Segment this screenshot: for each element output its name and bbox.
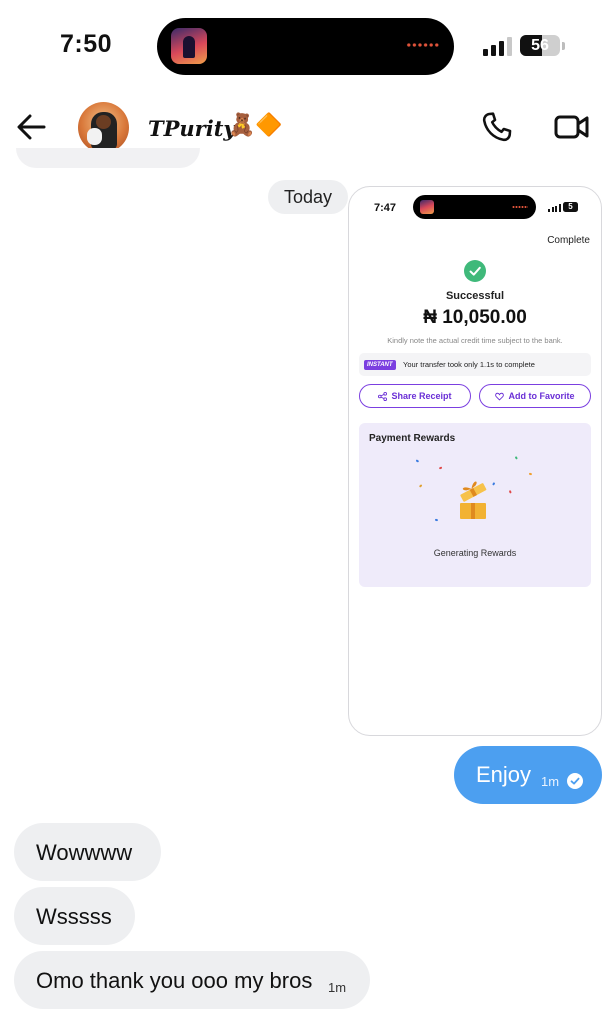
message-text: Enjoy	[476, 762, 532, 787]
contact-avatar[interactable]	[78, 102, 129, 153]
phone-icon	[482, 112, 512, 142]
cellular-signal-icon	[483, 36, 513, 56]
message-timestamp: 1m	[328, 980, 347, 995]
transfer-status: Successful	[445, 290, 505, 302]
instant-transfer-banner: INSTANT Your transfer took only 1.1s to …	[359, 353, 591, 376]
heart-icon	[495, 392, 505, 401]
share-receipt-button: Share Receipt	[359, 384, 471, 408]
message-text: Wsssss	[36, 904, 112, 929]
screenshot-status-time: 7:47	[374, 202, 397, 214]
incoming-message[interactable]: Omo thank you ooo my bros 1m	[14, 951, 370, 1009]
generating-rewards-text: Generating Rewards	[433, 548, 517, 558]
instant-transfer-text: Your transfer took only 1.1s to complete	[403, 360, 535, 369]
screenshot-image-message[interactable]: 7:47 5 Complete Successful ₦ 10,050.00 K…	[348, 186, 602, 736]
success-check-icon	[464, 260, 486, 282]
battery-tip	[562, 42, 565, 50]
now-playing-thumbnail	[171, 28, 207, 64]
screenshot-complete-link: Complete	[547, 235, 590, 246]
incoming-message[interactable]: Wowwww	[14, 823, 161, 881]
status-bar: 7:50 56	[0, 0, 616, 92]
video-camera-icon	[554, 115, 589, 139]
battery-percentage: 56	[531, 37, 549, 54]
back-arrow-icon	[17, 114, 46, 140]
incoming-message[interactable]: Wsssss	[14, 887, 135, 945]
screenshot-dynamic-island	[413, 195, 536, 219]
add-to-favorite-label: Add to Favorite	[508, 391, 575, 401]
screenshot-signal-icon	[548, 204, 561, 212]
message-text: Omo thank you ooo my bros	[36, 968, 313, 993]
share-icon	[378, 392, 388, 402]
back-button[interactable]	[14, 110, 50, 144]
audio-waveform-icon	[406, 43, 440, 47]
screenshot-battery-icon: 5	[563, 202, 578, 212]
instant-badge: INSTANT	[364, 360, 396, 370]
status-time: 7:50	[60, 30, 113, 58]
outgoing-message[interactable]: Enjoy 1m	[454, 746, 602, 804]
gift-box-icon	[460, 481, 487, 519]
add-to-favorite-button: Add to Favorite	[479, 384, 591, 408]
voice-call-button[interactable]	[480, 110, 514, 144]
payment-rewards-card: Payment Rewards Generating Rewards	[359, 423, 591, 587]
previous-message-bubble[interactable]	[16, 148, 200, 168]
dynamic-island[interactable]	[157, 18, 454, 75]
payment-rewards-title: Payment Rewards	[369, 433, 456, 444]
message-text: Wowwww	[36, 840, 133, 865]
name-emoji: 🧸🔶	[228, 112, 283, 137]
message-timestamp: 1m	[541, 774, 560, 789]
video-call-button[interactable]	[553, 112, 591, 142]
teddy-bear-icon	[87, 128, 102, 145]
date-separator: Today	[268, 180, 349, 214]
contact-name[interactable]: TPurity	[148, 116, 236, 141]
battery-icon: 56	[520, 35, 560, 56]
credit-time-note: Kindly note the actual credit time subje…	[387, 336, 563, 345]
share-receipt-label: Share Receipt	[391, 391, 452, 401]
transfer-amount: ₦ 10,050.00	[423, 307, 527, 328]
read-receipt-icon	[567, 773, 583, 789]
